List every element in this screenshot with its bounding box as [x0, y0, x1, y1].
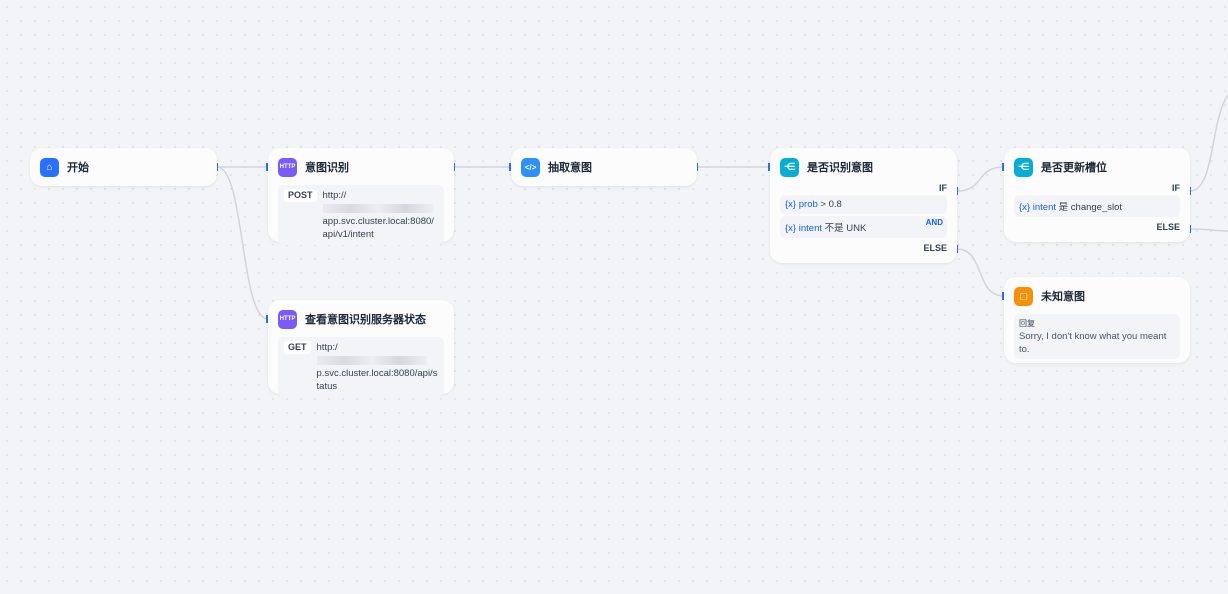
intent-http-node[interactable]: HTTP 意图识别 POST http://app.svc.cluster.loca… — [268, 148, 454, 245]
edge — [216, 166, 269, 320]
edge — [1189, 228, 1228, 232]
http-icon: HTTP — [278, 157, 297, 177]
home-icon: ⌂ — [40, 157, 59, 177]
branch-icon: ⋲ — [1014, 157, 1033, 177]
is-intent-node[interactable]: ⋲ 是否识别意图 IF {x} prob > 0.8 {x} intent 不是 … — [770, 148, 957, 263]
unknown-intent-node[interactable]: ▢ 未知意图 回复 Sorry, I don't know what you mea… — [1004, 277, 1190, 363]
condition: {x} intent 是 change_slot — [1014, 195, 1180, 217]
redacted — [322, 203, 433, 213]
edge — [956, 248, 1005, 297]
edge — [1189, 94, 1228, 192]
edge — [956, 166, 1005, 192]
condition: {x} prob > 0.8 — [780, 195, 947, 214]
http-icon: HTTP — [278, 309, 297, 329]
branch-icon: ⋲ — [780, 157, 799, 177]
redacted — [316, 355, 427, 365]
start-node[interactable]: ⌂ 开始 — [30, 148, 217, 186]
code-icon: </> — [521, 157, 540, 177]
status-http-node[interactable]: HTTP 查看意图识别服务器状态 GET http:/p.svc.cluster.l… — [268, 300, 454, 397]
update-slot-node[interactable]: ⋲ 是否更新槽位 IF {x} intent 是 change_slot ELSE — [1004, 148, 1190, 242]
answer-icon: ▢ — [1014, 286, 1033, 306]
condition: {x} intent 不是 UNK — [780, 216, 947, 238]
extract-node[interactable]: </> 抽取意图 — [511, 148, 697, 186]
